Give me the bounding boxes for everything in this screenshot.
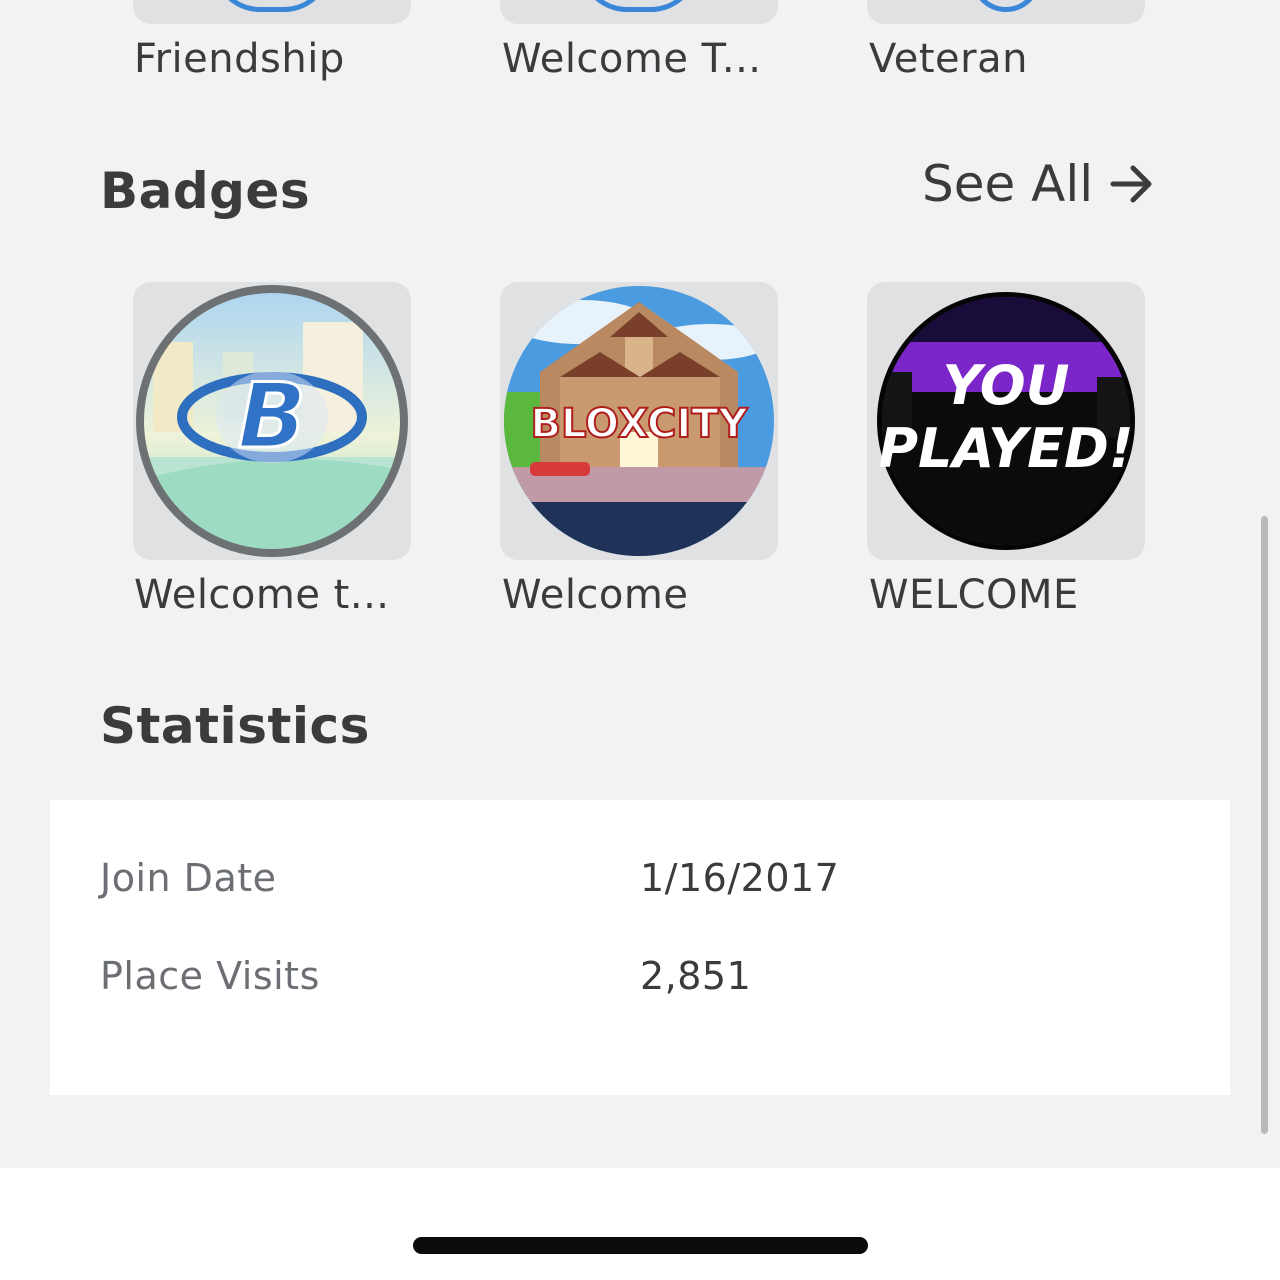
statistics-section-title: Statistics	[100, 697, 370, 755]
top-tile-friendship[interactable]	[133, 0, 411, 24]
see-all-label: See All	[922, 155, 1094, 213]
badge-label-welcome-caps: WELCOME	[869, 572, 1079, 618]
badge-tile-welcome[interactable]: BLOXCITY	[500, 282, 778, 560]
vertical-scrollbar[interactable]	[1261, 516, 1268, 1134]
join-date-value: 1/16/2017	[640, 856, 840, 900]
bloxcity-mansion-icon: BLOXCITY	[504, 286, 774, 556]
badge-1-art-text: B	[238, 364, 307, 469]
badge-tile-welcome-to[interactable]: B	[133, 282, 411, 560]
place-visits-value: 2,851	[640, 954, 752, 998]
top-item-label-veteran: Veteran	[869, 36, 1028, 82]
top-tile-veteran[interactable]	[867, 0, 1145, 24]
badge-3-art-line-1: YOU	[943, 354, 1070, 417]
badge-label-welcome: Welcome	[502, 572, 689, 618]
badge-label-welcome-to: Welcome t...	[134, 572, 390, 618]
badge-tile-welcome-caps[interactable]: YOU PLAYED!	[867, 282, 1145, 560]
top-item-label-welcome: Welcome T...	[502, 36, 762, 82]
statistics-card: Join Date 1/16/2017 Place Visits 2,851	[50, 800, 1230, 1095]
top-tile-welcome[interactable]	[500, 0, 778, 24]
bottom-safe-area	[0, 1168, 1280, 1280]
place-visits-label: Place Visits	[100, 954, 320, 998]
letter-b-emblem-icon: B	[136, 285, 408, 557]
see-all-badges-link[interactable]: See All	[922, 152, 1155, 216]
badge-3-art-line-2: PLAYED!	[878, 417, 1133, 480]
join-date-label: Join Date	[100, 856, 277, 900]
friendship-icon	[212, 0, 332, 12]
home-indicator[interactable]	[413, 1237, 868, 1254]
arrow-right-icon	[1110, 165, 1152, 203]
veteran-icon	[971, 0, 1041, 12]
you-played-icon: YOU PLAYED!	[877, 292, 1135, 550]
badges-section-title: Badges	[100, 162, 311, 220]
badge-2-art-text: BLOXCITY	[530, 401, 748, 447]
welcome-icon	[579, 0, 699, 12]
top-item-label-friendship: Friendship	[134, 36, 345, 82]
